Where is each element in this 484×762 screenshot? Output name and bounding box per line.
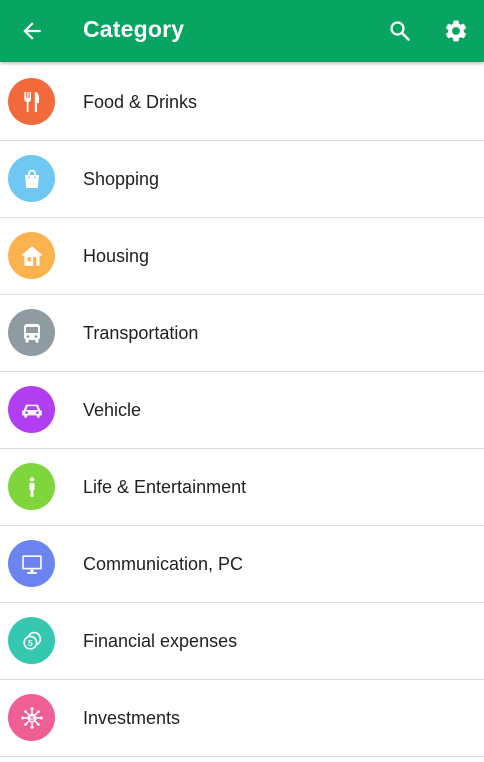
category-label: Transportation <box>83 323 199 343</box>
category-icon-circle <box>8 309 55 356</box>
svg-text:5: 5 <box>27 637 32 647</box>
monitor-icon <box>21 554 42 574</box>
category-icon-circle <box>8 540 55 587</box>
gear-icon <box>445 20 467 42</box>
category-row-communication-pc[interactable]: Communication, PC <box>0 526 484 603</box>
house-icon <box>20 245 43 266</box>
category-label: Shopping <box>83 169 160 189</box>
category-icon-circle <box>8 386 55 433</box>
fork-knife-icon <box>23 91 39 112</box>
category-icon-circle <box>8 232 55 279</box>
category-row-transportation[interactable]: Transportation <box>0 295 484 372</box>
category-row-food-drinks[interactable]: Food & Drinks <box>0 64 484 141</box>
category-list: Food & Drinks Shopping Housing Transport… <box>0 64 484 757</box>
app-bar: Category <box>0 0 484 62</box>
category-row-shopping[interactable]: Shopping <box>0 141 484 218</box>
search-icon <box>390 21 410 41</box>
category-label: Housing <box>83 246 150 266</box>
category-row-vehicle[interactable]: Vehicle <box>0 372 484 449</box>
arrow-left-icon <box>23 22 41 40</box>
settings-button[interactable] <box>438 13 474 49</box>
category-row-life-entertainment[interactable]: Life & Entertainment <box>0 449 484 526</box>
car-icon <box>21 404 42 418</box>
category-label: Investments <box>83 708 181 728</box>
person-icon <box>29 476 34 497</box>
back-button[interactable] <box>14 13 50 49</box>
category-label: Financial expenses <box>83 631 238 651</box>
category-row-financial-expenses[interactable]: 5 Financial expenses <box>0 603 484 680</box>
category-label: Life & Entertainment <box>83 477 247 497</box>
category-label: Vehicle <box>83 400 142 420</box>
category-icon-circle <box>8 463 55 510</box>
page-title: Category <box>83 16 185 42</box>
category-label: Food & Drinks <box>83 92 198 112</box>
category-row-investments[interactable]: $ Investments <box>0 680 484 757</box>
investment-icon: $ <box>20 706 43 729</box>
coins-icon: 5 <box>22 631 41 650</box>
category-row-housing[interactable]: Housing <box>0 218 484 295</box>
search-button[interactable] <box>382 13 418 49</box>
category-icon-circle: 5 <box>8 617 55 664</box>
category-icon-circle <box>8 155 55 202</box>
svg-text:$: $ <box>30 715 34 722</box>
bus-icon <box>23 323 40 342</box>
category-label: Communication, PC <box>83 554 244 574</box>
shopping-bag-icon <box>24 169 39 188</box>
category-icon-circle: $ <box>8 694 55 741</box>
category-icon-circle <box>8 78 55 125</box>
